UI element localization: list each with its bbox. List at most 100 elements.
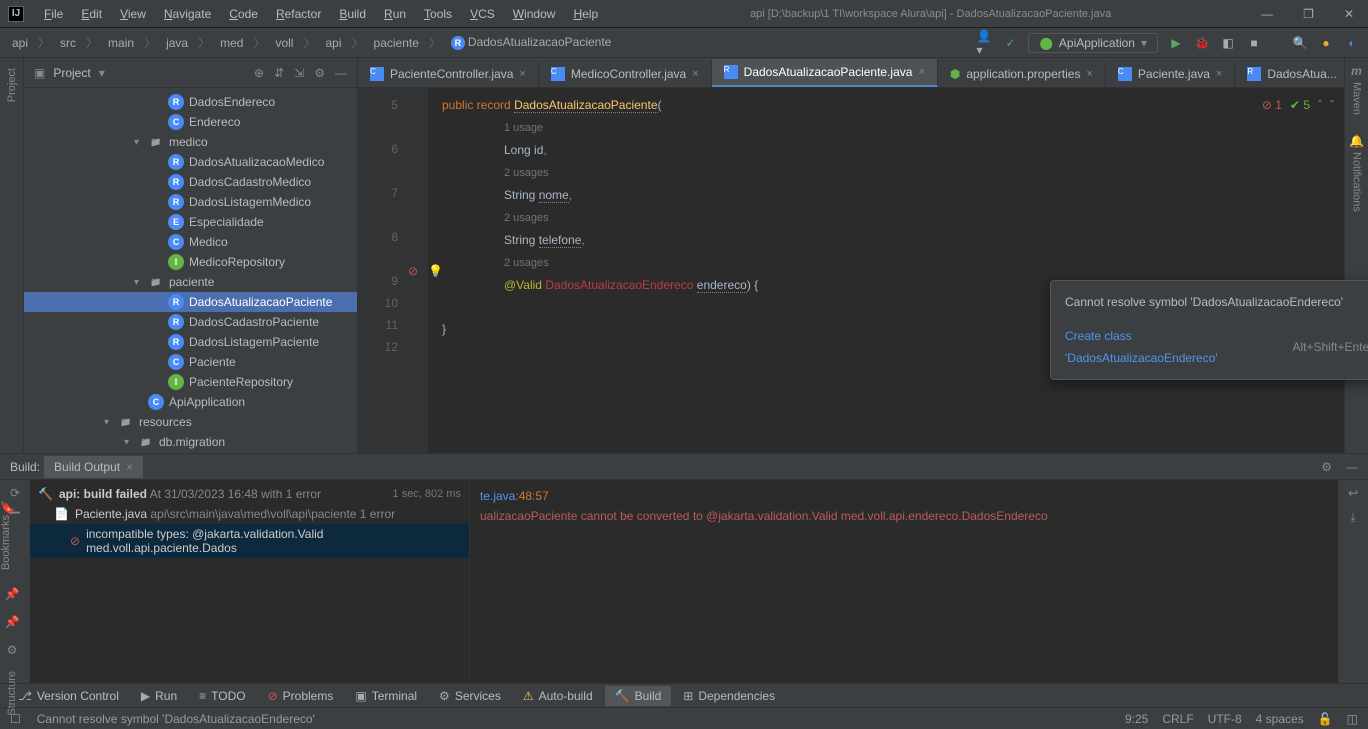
breadcrumb[interactable]: api〉src〉main〉java〉med〉voll〉api〉paciente〉…	[8, 32, 615, 53]
build-output[interactable]: te.java:48:57 ualizacaoPaciente cannot b…	[470, 480, 1338, 683]
file-encoding[interactable]: UTF-8	[1208, 712, 1242, 726]
tree-item[interactable]: RDadosAtualizacaoPaciente	[24, 292, 357, 312]
scroll-end-icon[interactable]: ⤓	[1350, 510, 1355, 525]
menu-run[interactable]: Run	[376, 3, 414, 25]
breadcrumb-file[interactable]: RDadosAtualizacaoPaciente	[447, 33, 615, 52]
menu-vcs[interactable]: VCS	[462, 3, 503, 25]
tree-item[interactable]: IPacienteRepository	[24, 372, 357, 392]
build-tree[interactable]: 🔨 api: build failed At 31/03/2023 16:48 …	[30, 480, 469, 683]
build-output-tab[interactable]: Build Output×	[44, 456, 143, 478]
menu-view[interactable]: View	[112, 3, 154, 25]
menu-build[interactable]: Build	[331, 3, 374, 25]
line-separator[interactable]: CRLF	[1162, 712, 1193, 726]
search-icon[interactable]: 🔍	[1292, 35, 1308, 51]
tree-item[interactable]: RDadosCadastroPaciente	[24, 312, 357, 332]
tree-item[interactable]: ▾medico	[24, 132, 357, 152]
code-editor[interactable]: ⊘ 1 ✔ 5 ˆˇ public record DadosAtualizaca…	[428, 88, 1344, 453]
breadcrumb-item[interactable]: src	[56, 34, 80, 52]
project-tree[interactable]: RDadosEnderecoCEndereco▾medicoRDadosAtua…	[24, 88, 357, 453]
coverage-button[interactable]: ◧	[1220, 35, 1236, 51]
breadcrumb-item[interactable]: java	[162, 34, 192, 52]
tool-window-todo[interactable]: ≡TODO	[189, 686, 255, 706]
tree-item[interactable]: CPaciente	[24, 352, 357, 372]
breadcrumb-item[interactable]: api	[8, 34, 32, 52]
select-opened-icon[interactable]: ⊕	[254, 66, 264, 80]
caret-position[interactable]: 9:25	[1125, 712, 1148, 726]
bookmarks-tool-button[interactable]: 🔖Bookmarks	[0, 501, 24, 573]
breadcrumb-item[interactable]: main	[104, 34, 138, 52]
breadcrumb-item[interactable]: api	[322, 34, 346, 52]
user-icon[interactable]: 👤▾	[976, 35, 992, 51]
tree-item[interactable]: RDadosCadastroMedico	[24, 172, 357, 192]
tree-item[interactable]: ▾resources	[24, 412, 357, 432]
stop-button[interactable]: ■	[1246, 35, 1262, 51]
create-class-action[interactable]: Create class 'DadosAtualizacaoEndereco'	[1065, 325, 1280, 369]
build-icon[interactable]: ✓	[1002, 35, 1018, 51]
ide-update-icon[interactable]: ●	[1318, 35, 1334, 51]
error-gutter-icon[interactable]: ⊘	[408, 264, 424, 280]
tool-window-problems[interactable]: ⊘Problems	[258, 686, 344, 706]
menu-help[interactable]: Help	[565, 3, 606, 25]
build-settings-icon[interactable]: ⚙	[1321, 460, 1332, 474]
editor-tab[interactable]: RDadosAtua...×	[1235, 61, 1344, 87]
breadcrumb-item[interactable]: med	[216, 34, 247, 52]
tool-window-build[interactable]: 🔨Build	[605, 686, 672, 706]
tool-window-terminal[interactable]: ▣Terminal	[345, 686, 427, 706]
notifications-tool-button[interactable]: Notifications	[1351, 148, 1363, 219]
tree-item[interactable]: CMedico	[24, 232, 357, 252]
run-button[interactable]: ▶	[1168, 35, 1184, 51]
settings-icon[interactable]: ⚙	[314, 66, 325, 80]
editor-tab[interactable]: ⬢application.properties×	[938, 61, 1106, 87]
tree-item[interactable]: EEspecialidade	[24, 212, 357, 232]
editor-tab[interactable]: RDadosAtualizacaoPaciente.java×	[712, 59, 938, 87]
expand-all-icon[interactable]: ⇵	[274, 66, 284, 80]
build-label: Build:	[10, 460, 40, 474]
tool-window-dependencies[interactable]: ⊞Dependencies	[673, 686, 785, 706]
readonly-icon[interactable]: 🔓	[1318, 712, 1333, 726]
breadcrumb-item[interactable]: paciente	[370, 34, 423, 52]
tree-item[interactable]: ▾paciente	[24, 272, 357, 292]
minimize-button[interactable]: —	[1255, 5, 1279, 23]
menu-code[interactable]: Code	[221, 3, 266, 25]
editor-tab[interactable]: CPaciente.java×	[1106, 61, 1235, 87]
close-button[interactable]: ✕	[1338, 5, 1360, 23]
warning-count-icon[interactable]: ✔ 5	[1290, 94, 1310, 116]
settings-sync-icon[interactable]: ◐	[1344, 35, 1360, 51]
menu-navigate[interactable]: Navigate	[156, 3, 219, 25]
breadcrumb-item[interactable]: voll	[271, 34, 297, 52]
tool-window-services[interactable]: ⚙Services	[429, 686, 511, 706]
tree-item[interactable]: CApiApplication	[24, 392, 357, 412]
tree-item[interactable]: RDadosListagemMedico	[24, 192, 357, 212]
build-hide-icon[interactable]: —	[1346, 460, 1358, 474]
tree-item[interactable]: CEndereco	[24, 112, 357, 132]
menu-file[interactable]: File	[36, 3, 71, 25]
collapse-all-icon[interactable]: ⇲	[294, 66, 304, 80]
indent-setting[interactable]: 4 spaces	[1256, 712, 1304, 726]
menu-refactor[interactable]: Refactor	[268, 3, 329, 25]
menu-tools[interactable]: Tools	[416, 3, 460, 25]
project-tool-button[interactable]: Project	[6, 64, 18, 109]
tree-item[interactable]: IMedicoRepository	[24, 252, 357, 272]
maven-tool-button[interactable]: Maven	[1351, 78, 1363, 122]
menu-window[interactable]: Window	[505, 3, 564, 25]
editor-tab[interactable]: CPacienteController.java×	[358, 61, 539, 87]
rerun-icon[interactable]: ⟳	[10, 486, 20, 500]
error-count-icon[interactable]: ⊘ 1	[1262, 94, 1282, 116]
soft-wrap-icon[interactable]: ↩	[1348, 486, 1358, 500]
debug-button[interactable]: 🐞	[1194, 35, 1210, 51]
tree-item[interactable]: RDadosListagemPaciente	[24, 332, 357, 352]
tool-window-run[interactable]: ▶Run	[131, 686, 187, 706]
tool-window-auto-build[interactable]: ⚠Auto-build	[513, 686, 603, 706]
project-view-label[interactable]: Project	[53, 66, 90, 80]
hide-icon[interactable]: —	[335, 66, 347, 80]
menu-edit[interactable]: Edit	[73, 3, 110, 25]
maximize-button[interactable]: ❐	[1297, 5, 1320, 23]
memory-icon[interactable]: ◫	[1347, 712, 1358, 726]
structure-tool-button[interactable]: Structure	[6, 671, 18, 719]
tree-item[interactable]: RDadosAtualizacaoMedico	[24, 152, 357, 172]
tree-item[interactable]: RDadosEndereco	[24, 92, 357, 112]
run-config-combo[interactable]: ⬤ ApiApplication ▾	[1028, 33, 1158, 53]
editor-tab[interactable]: CMedicoController.java×	[539, 61, 712, 87]
tree-item[interactable]: ▾db.migration	[24, 432, 357, 452]
tool-window-version-control[interactable]: ⎇Version Control	[8, 686, 129, 706]
